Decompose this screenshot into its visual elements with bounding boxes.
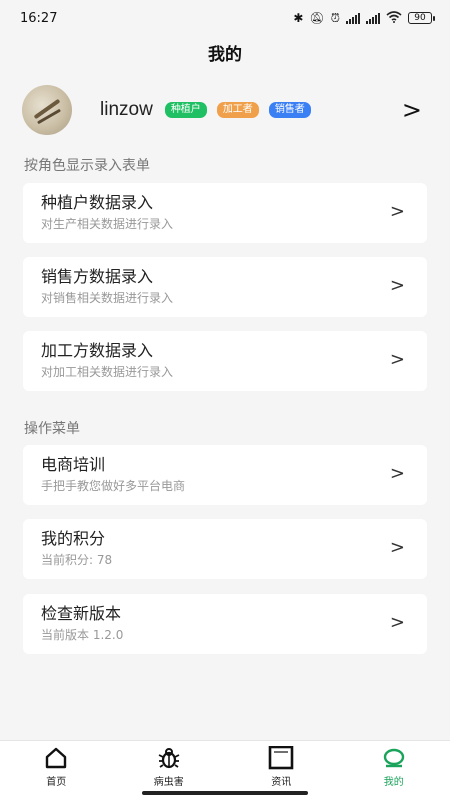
page-title: 我的 — [208, 45, 242, 65]
card-subtitle: 手把手教您做好多平台电商 — [41, 479, 186, 493]
role-tag-seller: 销售者 — [268, 102, 311, 118]
card-subtitle: 当前版本 1.2.0 — [41, 628, 124, 642]
card-title: 种植户数据录入 — [41, 193, 154, 212]
section-title-menu: 操作菜单 — [24, 421, 80, 437]
nav-item-home[interactable]: 首页 — [0, 741, 113, 800]
bug-icon — [156, 746, 182, 770]
status-icons: ✱ 🔕︎ ⏰︎ 90 — [293, 10, 435, 26]
alarm-icon: ⏰︎ — [330, 10, 340, 25]
card-my-points[interactable]: 我的积分 当前积分: 78 > — [23, 519, 427, 579]
card-check-update[interactable]: 检查新版本 当前版本 1.2.0 > — [23, 594, 427, 654]
battery-icon: 90 — [408, 12, 435, 24]
status-bar: 16:27 ✱ 🔕︎ ⏰︎ 90 — [0, 0, 450, 36]
profile-row[interactable]: linzow 种植户 加工者 销售者 > — [22, 84, 432, 136]
wifi-icon — [386, 10, 402, 26]
chevron-right-icon: > — [389, 275, 405, 296]
card-title: 检查新版本 — [41, 604, 122, 623]
card-subtitle: 对生产相关数据进行录入 — [41, 217, 174, 231]
card-subtitle: 对加工相关数据进行录入 — [41, 365, 174, 379]
avatar[interactable] — [22, 85, 72, 135]
chevron-right-icon[interactable]: > — [402, 96, 422, 124]
card-title: 电商培训 — [41, 455, 106, 474]
nav-label: 病虫害 — [153, 777, 184, 788]
profile-icon — [381, 746, 407, 770]
role-tag-planter: 种植户 — [164, 102, 207, 118]
section-title-role-forms: 按角色显示录入表单 — [24, 158, 150, 174]
nav-label: 资讯 — [271, 777, 292, 788]
nav-item-profile[interactable]: 我的 — [338, 741, 450, 800]
card-seller-entry[interactable]: 销售方数据录入 对销售相关数据进行录入 > — [23, 257, 427, 317]
card-ecommerce-training[interactable]: 电商培训 手把手教您做好多平台电商 > — [23, 445, 427, 505]
bluetooth-icon: ✱ — [293, 11, 304, 25]
chevron-right-icon: > — [389, 612, 405, 633]
home-indicator[interactable] — [142, 791, 308, 795]
battery-level: 90 — [414, 13, 426, 23]
home-icon — [43, 746, 69, 770]
card-title: 我的积分 — [41, 529, 106, 548]
chevron-right-icon: > — [389, 349, 405, 370]
card-subtitle: 对销售相关数据进行录入 — [41, 291, 174, 305]
role-tag-processor: 加工者 — [216, 102, 259, 118]
news-icon — [268, 746, 294, 770]
card-processor-entry[interactable]: 加工方数据录入 对加工相关数据进行录入 > — [23, 331, 427, 391]
card-planter-entry[interactable]: 种植户数据录入 对生产相关数据进行录入 > — [23, 183, 427, 243]
nav-label: 我的 — [383, 777, 404, 788]
mute-icon: 🔕︎ — [309, 11, 325, 25]
card-title: 加工方数据录入 — [41, 341, 154, 360]
nav-label: 首页 — [46, 777, 67, 788]
username: linzow — [100, 99, 153, 120]
chevron-right-icon: > — [389, 201, 405, 222]
role-tags: 种植户 加工者 销售者 — [164, 102, 311, 118]
card-title: 销售方数据录入 — [41, 267, 154, 286]
signal-icon — [366, 12, 380, 24]
chevron-right-icon: > — [389, 537, 405, 558]
chevron-right-icon: > — [389, 463, 405, 484]
signal-icon — [346, 12, 360, 24]
card-subtitle: 当前积分: 78 — [41, 553, 113, 567]
status-time: 16:27 — [20, 10, 58, 26]
